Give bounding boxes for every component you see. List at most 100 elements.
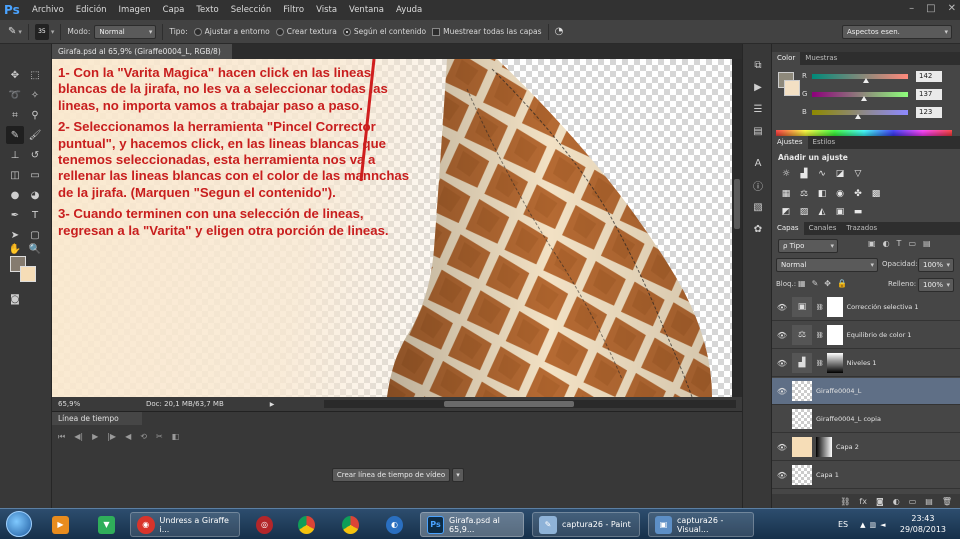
- first-frame-icon[interactable]: ⏮: [58, 432, 65, 442]
- brush-panel-icon[interactable]: ▤: [751, 124, 765, 138]
- menu-texto[interactable]: Texto: [190, 5, 224, 15]
- menu-filtro[interactable]: Filtro: [277, 5, 310, 15]
- close-window-button[interactable]: ✕: [948, 3, 956, 14]
- start-button[interactable]: [6, 511, 32, 537]
- vertical-scroll-thumb[interactable]: [734, 179, 740, 229]
- levels-icon[interactable]: ▟: [798, 168, 810, 180]
- lock-position-icon[interactable]: ✥: [824, 279, 831, 288]
- menu-capa[interactable]: Capa: [157, 5, 191, 15]
- lock-image-icon[interactable]: ✎: [812, 279, 819, 288]
- maximize-button[interactable]: □: [926, 3, 935, 14]
- taskbar-item-visual[interactable]: ▣ captura26 - Visual...: [648, 512, 754, 537]
- actions-panel-icon[interactable]: ▶: [751, 80, 765, 94]
- hue-saturation-icon[interactable]: ▦: [780, 188, 792, 200]
- channel-mixer-icon[interactable]: ✤: [852, 188, 864, 200]
- radio-crear-textura[interactable]: [275, 27, 284, 36]
- green-value-input[interactable]: 137: [916, 88, 942, 100]
- tab-trazados[interactable]: Trazados: [841, 222, 882, 235]
- opacity-input[interactable]: 100%: [918, 258, 954, 272]
- layer-row[interactable]: 👁 Giraffe0004_L: [772, 378, 960, 405]
- history-brush-tool-icon[interactable]: ↺: [26, 146, 44, 164]
- minimize-button[interactable]: –: [909, 3, 914, 14]
- tab-canales[interactable]: Canales: [804, 222, 842, 235]
- red-slider[interactable]: [812, 73, 908, 83]
- layer-row[interactable]: 👁 Capa 2: [772, 434, 960, 461]
- layer-row[interactable]: 👁 ⚖ ⛓ Equilibrio de color 1: [772, 322, 960, 349]
- tab-estilos[interactable]: Estilos: [808, 136, 841, 149]
- green-slider[interactable]: [812, 91, 908, 101]
- posterize-icon[interactable]: ▨: [798, 206, 810, 218]
- link-layers-icon[interactable]: ⛓: [840, 497, 850, 506]
- timeline-dropdown-icon[interactable]: ▾: [452, 468, 464, 482]
- spot-healing-tool-icon[interactable]: ✎: [6, 126, 24, 144]
- radio-segun-contenido[interactable]: [342, 27, 351, 36]
- menu-seleccion[interactable]: Selección: [225, 5, 278, 15]
- taskbar-app[interactable]: ◐: [380, 512, 408, 537]
- taskbar-item-paint[interactable]: ✎ captura26 - Paint: [532, 512, 640, 537]
- mode-select[interactable]: Normal: [94, 24, 157, 39]
- tool-presets-panel-icon[interactable]: ▧: [751, 200, 765, 214]
- taskbar-item-photoshop[interactable]: Ps Girafa.psd al 65,9...: [420, 512, 524, 537]
- layer-mask-thumbnail[interactable]: [816, 437, 832, 457]
- timeline-tab[interactable]: Línea de tiempo: [52, 412, 142, 425]
- taskbar-item-browser[interactable]: ◉ Undress a Giraffe i...: [130, 512, 240, 537]
- spot-healing-brush-icon[interactable]: ✎: [8, 26, 16, 37]
- audio-icon[interactable]: ◀: [125, 432, 131, 442]
- clone-source-panel-icon[interactable]: ✿: [751, 222, 765, 236]
- lock-transparency-icon[interactable]: ▦: [798, 279, 806, 288]
- zoom-level[interactable]: 65,9%: [58, 400, 98, 408]
- curves-icon[interactable]: ∿: [816, 168, 828, 180]
- exposure-icon[interactable]: ◪: [834, 168, 846, 180]
- layer-style-icon[interactable]: fx: [859, 497, 867, 506]
- photo-filter-icon[interactable]: ◉: [834, 188, 846, 200]
- tab-ajustes[interactable]: Ajustes: [772, 136, 808, 149]
- layer-row[interactable]: Giraffe0004_L copia: [772, 406, 960, 433]
- pressure-size-icon[interactable]: ◔: [555, 26, 564, 37]
- tab-color[interactable]: Color: [772, 52, 801, 65]
- transition-icon[interactable]: ◧: [172, 432, 180, 442]
- radio-ajustar-entorno[interactable]: [193, 27, 202, 36]
- selective-color-icon[interactable]: ▣: [834, 206, 846, 218]
- document-tab[interactable]: Girafa.psd al 65,9% (Giraffe0004_L, RGB/…: [52, 44, 232, 71]
- gradient-map-icon[interactable]: ▬: [852, 206, 864, 218]
- status-menu-arrow-icon[interactable]: ▶: [270, 401, 275, 408]
- layer-mask-thumbnail[interactable]: [826, 325, 843, 345]
- eye-icon[interactable]: 👁: [772, 359, 792, 368]
- magic-wand-tool-icon[interactable]: ✧: [26, 86, 44, 104]
- invert-icon[interactable]: ◩: [780, 206, 792, 218]
- type-tool-icon[interactable]: T: [26, 206, 44, 224]
- lasso-tool-icon[interactable]: ➰: [6, 86, 24, 104]
- layer-mask-thumbnail[interactable]: [826, 353, 843, 373]
- eyedropper-tool-icon[interactable]: ⚲: [26, 106, 44, 124]
- brush-tool-icon[interactable]: 🖌: [26, 126, 44, 144]
- document-canvas[interactable]: 1- Con la "Varita Magica" hacen click en…: [52, 59, 732, 397]
- taskbar-app[interactable]: ▼: [92, 512, 120, 537]
- pen-tool-icon[interactable]: ✒: [6, 206, 24, 224]
- add-mask-icon[interactable]: ◙: [876, 497, 884, 506]
- tool-preset-dropdown-icon[interactable]: ▾: [18, 28, 22, 36]
- taskbar-chrome-alt[interactable]: [336, 512, 364, 537]
- vertical-scrollbar[interactable]: [732, 59, 742, 397]
- menu-ventana[interactable]: Ventana: [343, 5, 390, 15]
- layer-mask-thumbnail[interactable]: [826, 297, 843, 317]
- split-icon[interactable]: ✂: [156, 432, 163, 442]
- color-background-swatch[interactable]: [784, 80, 800, 96]
- character-panel-icon[interactable]: A: [751, 156, 765, 170]
- taskbar-media-player[interactable]: ▶: [46, 512, 74, 537]
- info-panel-icon[interactable]: ⓘ: [751, 178, 765, 193]
- sample-all-layers-checkbox[interactable]: [432, 27, 441, 36]
- history-panel-icon[interactable]: ⧉: [751, 58, 765, 72]
- red-slider-thumb[interactable]: [863, 77, 869, 83]
- filter-smart-icon[interactable]: ▤: [923, 239, 931, 248]
- create-video-timeline-button[interactable]: Crear línea de tiempo de vídeo: [332, 468, 450, 482]
- taskbar-chrome[interactable]: [292, 512, 320, 537]
- loop-icon[interactable]: ⟲: [140, 432, 147, 442]
- marquee-tool-icon[interactable]: ⬚: [26, 66, 44, 84]
- tray-expand-icon[interactable]: ▲: [860, 521, 865, 529]
- blue-slider[interactable]: [812, 109, 908, 119]
- threshold-icon[interactable]: ◭: [816, 206, 828, 218]
- layer-row[interactable]: 👁 Capa 1: [772, 462, 960, 489]
- play-icon[interactable]: ▶: [92, 432, 98, 442]
- fill-input[interactable]: 100%: [918, 278, 954, 292]
- clone-stamp-tool-icon[interactable]: ⊥: [6, 146, 24, 164]
